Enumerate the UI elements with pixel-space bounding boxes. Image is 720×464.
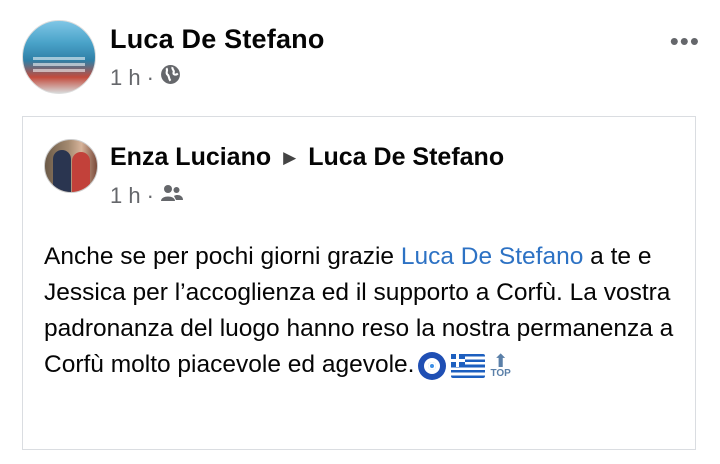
post-meta: 1 h · [110, 64, 181, 91]
emoji-row: ⬆ TOP [418, 350, 511, 380]
post-body-text: Anche se per pochi giorni grazie Luca De… [44, 239, 674, 383]
share-arrow-icon: ▶ [283, 147, 297, 167]
friends-icon[interactable] [160, 183, 184, 209]
post-header: Luca De Stefano 1 h · ••• [22, 20, 702, 96]
shared-target-name[interactable]: Luca De Stefano [308, 143, 504, 172]
more-options-button[interactable]: ••• [670, 26, 700, 57]
shared-post-card[interactable]: Enza Luciano ▶ Luca De Stefano 1 h · Anc… [22, 116, 696, 450]
meta-separator: · [146, 64, 154, 90]
post-author-name[interactable]: Luca De Stefano [110, 24, 325, 55]
mention-link[interactable]: Luca De Stefano [401, 243, 584, 270]
meta-separator: · [146, 183, 154, 208]
globe-icon[interactable] [160, 64, 181, 91]
top-arrow-emoji: ⬆ TOP [490, 350, 511, 379]
nazar-amulet-emoji [418, 351, 447, 380]
shared-author-name[interactable]: Enza Luciano [110, 143, 271, 172]
author-avatar[interactable] [22, 20, 96, 94]
text-part1: Anche se per pochi giorni grazie [44, 243, 401, 270]
shared-meta: 1 h · [110, 183, 184, 209]
greece-flag-emoji [451, 353, 486, 378]
shared-header: Enza Luciano ▶ Luca De Stefano [110, 143, 504, 172]
shared-time[interactable]: 1 h [110, 183, 141, 209]
post-time[interactable]: 1 h [110, 65, 141, 91]
shared-author-avatar[interactable] [44, 139, 98, 193]
